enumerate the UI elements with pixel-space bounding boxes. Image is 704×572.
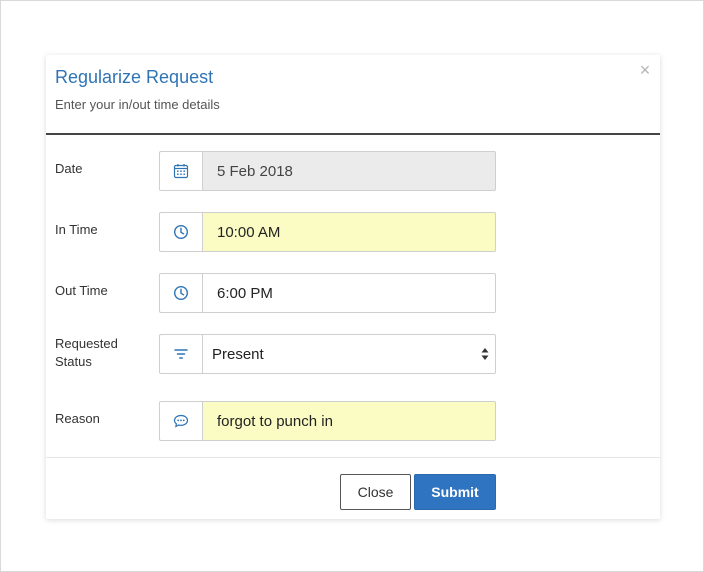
window-frame: × Regularize Request Enter your in/out t… bbox=[0, 0, 704, 572]
date-addon[interactable] bbox=[159, 151, 202, 191]
in-time-addon[interactable] bbox=[159, 212, 202, 252]
date-value: 5 Feb 2018 bbox=[217, 162, 293, 180]
requested-status-value: Present bbox=[212, 345, 264, 363]
reason-value: forgot to punch in bbox=[217, 412, 333, 430]
date-label: Date bbox=[55, 161, 83, 176]
clock-icon bbox=[173, 224, 189, 240]
out-time-label: Out Time bbox=[55, 283, 108, 298]
dialog-subtitle: Enter your in/out time details bbox=[55, 97, 220, 112]
requested-status-label-line1: Requested bbox=[55, 336, 118, 351]
out-time-addon[interactable] bbox=[159, 273, 202, 313]
date-field[interactable]: 5 Feb 2018 bbox=[202, 151, 496, 191]
in-time-value: 10:00 AM bbox=[217, 223, 281, 241]
filter-icon bbox=[174, 349, 188, 359]
reason-field[interactable]: forgot to punch in bbox=[202, 401, 496, 441]
reason-row: Reason forgot to punch in bbox=[46, 401, 660, 441]
out-time-row: Out Time 6:00 PM bbox=[46, 273, 660, 313]
close-button[interactable]: Close bbox=[340, 474, 411, 510]
clock-icon bbox=[173, 285, 189, 301]
regularize-request-dialog: × Regularize Request Enter your in/out t… bbox=[46, 55, 660, 519]
requested-status-row: Requested Status Present bbox=[46, 334, 660, 374]
submit-button[interactable]: Submit bbox=[414, 474, 496, 510]
requested-status-label-line2: Status bbox=[55, 354, 92, 369]
requested-status-label: Requested Status bbox=[55, 335, 118, 371]
status-addon[interactable] bbox=[159, 334, 202, 374]
in-time-row: In Time 10:00 AM bbox=[46, 212, 660, 252]
comment-icon bbox=[173, 414, 189, 428]
select-arrows-icon bbox=[481, 348, 489, 360]
footer-divider bbox=[46, 457, 660, 458]
out-time-value: 6:00 PM bbox=[217, 284, 273, 302]
close-icon[interactable]: × bbox=[638, 61, 652, 79]
calendar-icon bbox=[173, 164, 189, 179]
requested-status-select[interactable]: Present bbox=[202, 334, 496, 374]
in-time-label: In Time bbox=[55, 222, 98, 237]
reason-label: Reason bbox=[55, 411, 100, 426]
in-time-field[interactable]: 10:00 AM bbox=[202, 212, 496, 252]
header-divider bbox=[46, 133, 660, 135]
reason-addon[interactable] bbox=[159, 401, 202, 441]
dialog-title: Regularize Request bbox=[55, 67, 214, 87]
out-time-field[interactable]: 6:00 PM bbox=[202, 273, 496, 313]
date-row: Date 5 Feb 2018 bbox=[46, 151, 660, 191]
